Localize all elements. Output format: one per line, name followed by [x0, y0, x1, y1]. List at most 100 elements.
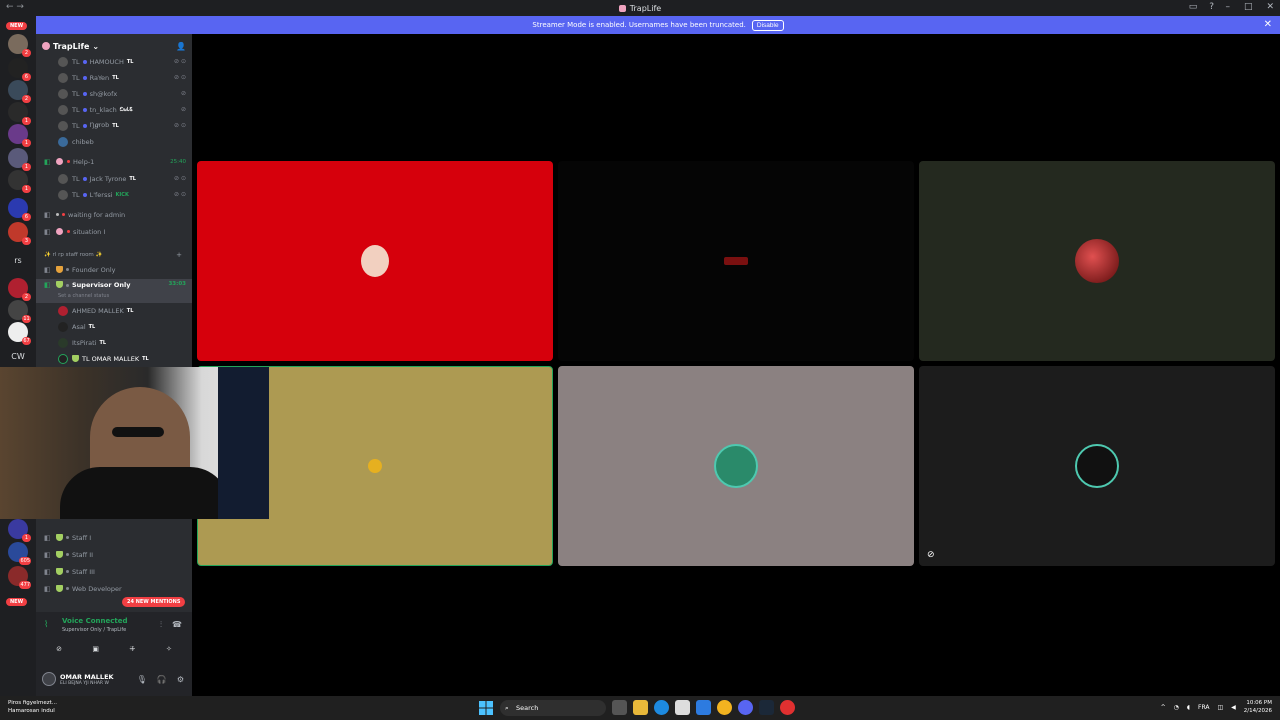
- server-icon[interactable]: 1: [8, 519, 31, 542]
- voice-channel-staff-1[interactable]: ◧ Staff I: [36, 530, 192, 545]
- server-icon[interactable]: 1: [8, 148, 31, 171]
- inbox-icon[interactable]: ▭: [1189, 2, 1198, 12]
- close-window-button[interactable]: ✕: [1266, 2, 1274, 12]
- channel-sidebar: TrapLife ⌄ 👤 TL HAMOUCH TL ⊘ ⊙ TL RaYen …: [36, 34, 192, 696]
- voice-member-self[interactable]: TL OMAR MALLEK TL: [36, 351, 192, 366]
- user-name[interactable]: OMAR MALLEK: [60, 673, 114, 681]
- camera-off-icon[interactable]: ⊘: [42, 642, 76, 656]
- streamer-mode-banner: Streamer Mode is enabled. Usernames have…: [36, 16, 1280, 34]
- app-icon[interactable]: [780, 700, 795, 715]
- voice-channel-web-dev[interactable]: ◧ Web Developer: [36, 581, 192, 596]
- taskbar-search[interactable]: ⌕ Search: [500, 700, 606, 716]
- shield-icon: [56, 568, 63, 575]
- disable-streamer-mode-button[interactable]: Disable: [751, 19, 784, 31]
- heart-icon: [56, 158, 63, 165]
- close-banner-button[interactable]: ✕: [1264, 19, 1272, 30]
- voice-channel-staff-2[interactable]: ◧ Staff II: [36, 547, 192, 562]
- video-tile[interactable]: ⊘: [919, 366, 1275, 566]
- chevron-up-icon[interactable]: ^: [1161, 704, 1166, 711]
- invite-icon[interactable]: 👤: [176, 42, 186, 51]
- task-view-icon[interactable]: [612, 700, 627, 715]
- help-icon[interactable]: ?: [1209, 2, 1214, 12]
- user-status: ELI BEJNA YJI NHAR W: [60, 680, 109, 686]
- windows-start-icon[interactable]: [478, 700, 494, 716]
- voice-channel-founder[interactable]: ◧ Founder Only: [36, 262, 192, 277]
- server-icon[interactable]: 477: [8, 566, 31, 589]
- edge-icon[interactable]: [654, 700, 669, 715]
- microphone-icon[interactable]: 🎙: [137, 675, 147, 684]
- avatar: [58, 104, 68, 115]
- wifi-icon[interactable]: ◫: [1218, 704, 1224, 711]
- voice-member[interactable]: TL tn_klach ඩා𝓲ᏓᏋ ⊘: [36, 102, 192, 117]
- taskbar: Piros figyelmezt... Hamarosan indul ⌕ Se…: [0, 696, 1280, 720]
- video-tile[interactable]: [558, 161, 914, 361]
- banner-text: Streamer Mode is enabled. Usernames have…: [532, 21, 746, 29]
- participant-avatar: [361, 245, 389, 277]
- server-icon[interactable]: 1: [8, 124, 31, 147]
- avatar[interactable]: [42, 672, 56, 686]
- voice-channel-supervisor[interactable]: ◧ Supervisor Only 33:03: [36, 279, 192, 303]
- maximize-button[interactable]: □: [1244, 2, 1253, 12]
- volume-icon[interactable]: ◀: [1231, 704, 1236, 711]
- voice-member[interactable]: TL HAMOUCH TL ⊘ ⊙: [36, 54, 192, 69]
- server-icon[interactable]: 2: [8, 34, 31, 57]
- voice-member[interactable]: Asal TL: [36, 319, 192, 334]
- network-icon[interactable]: ◔: [1174, 704, 1179, 711]
- mail-icon[interactable]: [696, 700, 711, 715]
- headphones-icon[interactable]: 🎧: [157, 675, 167, 684]
- server-icon[interactable]: 2: [8, 80, 31, 103]
- server-icon[interactable]: 2: [8, 278, 31, 301]
- voice-channel-label[interactable]: Supervisor Only / TrapLife: [62, 627, 126, 633]
- server-icon[interactable]: 6: [8, 198, 31, 221]
- voice-member[interactable]: ItsPirati TL: [36, 335, 192, 350]
- voice-channel-situation[interactable]: ◧ situation I: [36, 224, 192, 239]
- video-tile[interactable]: [919, 161, 1275, 361]
- server-icon[interactable]: 605: [8, 542, 31, 565]
- voice-member[interactable]: TL sh@kofx ⊘: [36, 86, 192, 101]
- clock[interactable]: 10:06 PM 2/14/2026: [1244, 699, 1272, 715]
- voice-member[interactable]: TL Ŋ𝒈rob TL ⊘ ⊙: [36, 118, 192, 133]
- soundboard-icon[interactable]: ✧: [152, 642, 186, 656]
- category-staff-room[interactable]: ✨ rl rp staff room ✨ +: [36, 249, 192, 261]
- server-icon[interactable]: 11: [8, 300, 31, 323]
- discord-icon[interactable]: [738, 700, 753, 715]
- video-tile[interactable]: [558, 366, 914, 566]
- voice-member[interactable]: TL L'ferssi KICK ⊘ ⊙: [36, 187, 192, 202]
- server-icon[interactable]: 1: [8, 102, 31, 125]
- file-explorer-icon[interactable]: [633, 700, 648, 715]
- language-indicator[interactable]: FRA: [1198, 704, 1209, 711]
- screen-share-icon[interactable]: ▣: [79, 642, 113, 656]
- store-icon[interactable]: [675, 700, 690, 715]
- server-icon[interactable]: 6: [8, 58, 31, 81]
- new-mentions-pill[interactable]: 24 NEW MENTIONS: [122, 597, 186, 607]
- set-channel-status[interactable]: Set a channel status: [58, 293, 109, 299]
- voice-connected-label[interactable]: Voice Connected: [62, 617, 128, 625]
- avatar: [58, 337, 68, 348]
- activities-icon[interactable]: ⁜: [115, 642, 149, 656]
- server-rs[interactable]: rs: [4, 256, 32, 265]
- server-cw[interactable]: CW: [4, 352, 32, 361]
- search-icon: ⌕: [505, 703, 509, 712]
- voice-member[interactable]: AHMED MALLEK TL: [36, 303, 192, 318]
- chrome-icon[interactable]: [717, 700, 732, 715]
- voice-channel-staff-3[interactable]: ◧ Staff III: [36, 564, 192, 579]
- noise-suppression-icon[interactable]: ⫶: [160, 620, 162, 630]
- server-icon[interactable]: 3: [8, 222, 31, 245]
- avatar: [58, 321, 68, 332]
- weather-widget[interactable]: Piros figyelmezt... Hamarosan indul: [8, 699, 57, 715]
- server-icon[interactable]: 67: [8, 322, 31, 345]
- voice-member[interactable]: TL RaYen TL ⊘ ⊙: [36, 70, 192, 85]
- settings-gear-icon[interactable]: ⚙: [177, 675, 184, 684]
- minimize-button[interactable]: –: [1225, 2, 1230, 12]
- voice-channel-waiting[interactable]: ◧ waiting for admin: [36, 207, 192, 222]
- voice-channel-help-1[interactable]: ◧ Help-1 25:40: [36, 154, 192, 169]
- server-icon[interactable]: 1: [8, 170, 31, 193]
- add-channel-icon[interactable]: +: [176, 251, 182, 259]
- nav-arrows[interactable]: ← →: [6, 2, 24, 12]
- disconnect-icon[interactable]: ☎: [172, 620, 182, 630]
- microphone-icon[interactable]: ◖: [1187, 704, 1190, 711]
- video-tile[interactable]: [197, 161, 553, 361]
- steam-icon[interactable]: [759, 700, 774, 715]
- voice-member[interactable]: chibeb: [36, 134, 192, 149]
- voice-member[interactable]: TL Jack Tyrone TL ⊘ ⊙: [36, 171, 192, 186]
